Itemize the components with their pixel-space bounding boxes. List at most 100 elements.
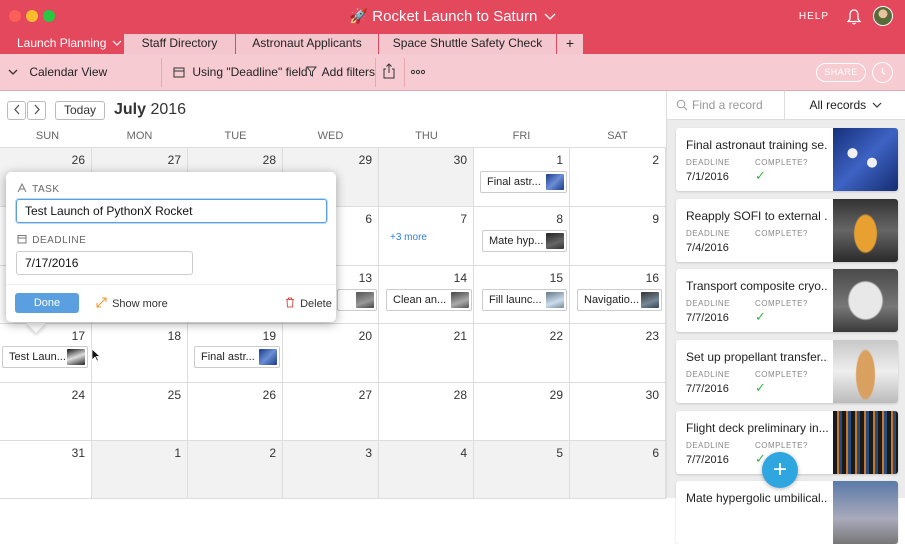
tab-launch-planning[interactable]: Launch Planning [0,34,124,54]
add-record-button[interactable]: + [762,452,798,488]
weekday-label: SAT [607,130,628,142]
record-title: Reapply SOFI to external ... [686,209,828,223]
day-number: 1 [174,446,181,460]
day-cell[interactable]: 27 [283,383,379,441]
day-cell[interactable]: 21 [379,324,474,383]
share-view-button[interactable] [382,58,400,87]
deadline-value: 7/7/2016 [686,312,729,324]
day-cell[interactable]: 29 [474,383,570,441]
event-chip[interactable]: Final astr... [194,346,280,368]
record-image [833,269,898,332]
record-card[interactable]: Final astronaut training se... DEADLINE … [676,128,898,191]
day-cell[interactable]: 30 [379,148,474,207]
day-cell[interactable]: 6 [570,441,666,499]
day-cell[interactable]: 22 [474,324,570,383]
day-number: 13 [358,271,372,285]
tab-astronaut-applicants[interactable]: Astronaut Applicants [236,34,379,54]
day-cell[interactable]: 3 [283,441,379,499]
previous-month-button[interactable] [7,101,26,120]
event-chip[interactable]: Fill launc... [482,289,567,311]
date-field-selector[interactable]: Using "Deadline" field [173,58,308,87]
day-cell[interactable]: 31 [0,441,92,499]
day-cell[interactable]: 4 [379,441,474,499]
tab-staff-directory[interactable]: Staff Directory [124,34,236,54]
record-title: Mate hypergolic umbilical... [686,491,828,505]
day-cell[interactable]: 1 [92,441,188,499]
day-number: 7 [460,212,467,226]
day-number: 27 [358,388,372,402]
day-number: 6 [365,212,372,226]
trash-icon [286,297,294,308]
day-cell[interactable]: 20 [283,324,379,383]
record-image [833,199,898,262]
deadline-input[interactable]: 7/17/2016 [16,251,193,275]
record-card[interactable]: Set up propellant transfer... DEADLINE C… [676,340,898,403]
day-cell[interactable]: 2 [188,441,283,499]
today-button[interactable]: Today [55,101,105,120]
complete-label: COMPLETE? [755,158,808,167]
tab-space-shuttle-safety-check[interactable]: Space Shuttle Safety Check [379,34,557,54]
event-chip[interactable]: Mate hyp... [482,230,567,252]
day-cell[interactable]: 30 [570,383,666,441]
ellipsis-icon [410,69,426,75]
event-chip[interactable]: Final astr... [480,171,567,193]
day-cell[interactable]: 28 [379,383,474,441]
day-cell[interactable]: 9 [570,207,666,266]
record-card[interactable]: Mate hypergolic umbilical... [676,481,898,544]
add-filters-button[interactable]: Add filters [305,58,375,87]
weekday-label: SUN [35,130,60,142]
chevron-down-icon [872,102,881,108]
more-options-button[interactable] [410,58,428,87]
event-chip[interactable]: Test Laun... [2,346,88,368]
day-cell[interactable]: 5 [474,441,570,499]
day-number: 2 [652,153,659,167]
bell-icon[interactable] [845,8,863,26]
event-chip[interactable] [337,289,377,311]
user-avatar[interactable] [873,6,893,26]
view-toolbar: Calendar View Using "Deadline" field Add… [0,54,905,91]
deadline-label-text: DEADLINE [32,235,87,246]
task-input[interactable]: Test Launch of PythonX Rocket [16,199,327,223]
day-number: 30 [453,153,467,167]
event-label: Navigatio... [584,294,640,306]
show-more-button[interactable]: Show more [96,297,168,310]
find-record-search[interactable]: Find a record [667,91,785,120]
day-number: 31 [71,446,85,460]
day-number: 24 [71,388,85,402]
more-events-link[interactable]: +3 more [390,232,427,243]
day-cell[interactable]: 26 [188,383,283,441]
add-table-button[interactable]: + [557,34,584,54]
event-chip[interactable]: Clean an... [386,289,472,311]
delete-label: Delete [300,298,332,310]
check-icon: ✓ [755,168,766,183]
day-cell[interactable]: 18 [92,324,188,383]
record-image [833,340,898,403]
records-filter-dropdown[interactable]: All records [785,91,905,120]
event-label: Fill launc... [489,294,542,306]
event-thumbnail [259,349,277,365]
day-number: 26 [262,388,276,402]
record-card[interactable]: Reapply SOFI to external ... DEADLINE CO… [676,199,898,262]
month-heading: July 2016 [114,101,186,119]
help-button[interactable]: HELP [799,11,829,22]
day-cell[interactable]: 23 [570,324,666,383]
next-month-button[interactable] [27,101,46,120]
divider [161,58,162,87]
record-card[interactable]: Transport composite cryo... DEADLINE COM… [676,269,898,332]
day-cell[interactable]: 24 [0,383,92,441]
record-image [833,411,898,474]
day-cell[interactable]: 2 [570,148,666,207]
search-icon [676,99,688,111]
history-icon[interactable] [872,62,893,83]
delete-button[interactable]: Delete [285,297,332,310]
complete-label: COMPLETE? [755,370,808,379]
day-cell[interactable]: 25 [92,383,188,441]
view-switcher[interactable]: Calendar View [8,58,158,87]
event-chip[interactable]: Navigatio... [577,289,662,311]
base-title[interactable]: 🚀 Rocket Launch to Saturn [0,7,905,25]
rocket-icon: 🚀 [349,8,369,25]
share-base-button[interactable]: SHARE [816,63,866,82]
divider [404,58,405,87]
record-popup: TASK Test Launch of PythonX Rocket DEADL… [6,172,336,322]
done-button[interactable]: Done [15,293,79,313]
